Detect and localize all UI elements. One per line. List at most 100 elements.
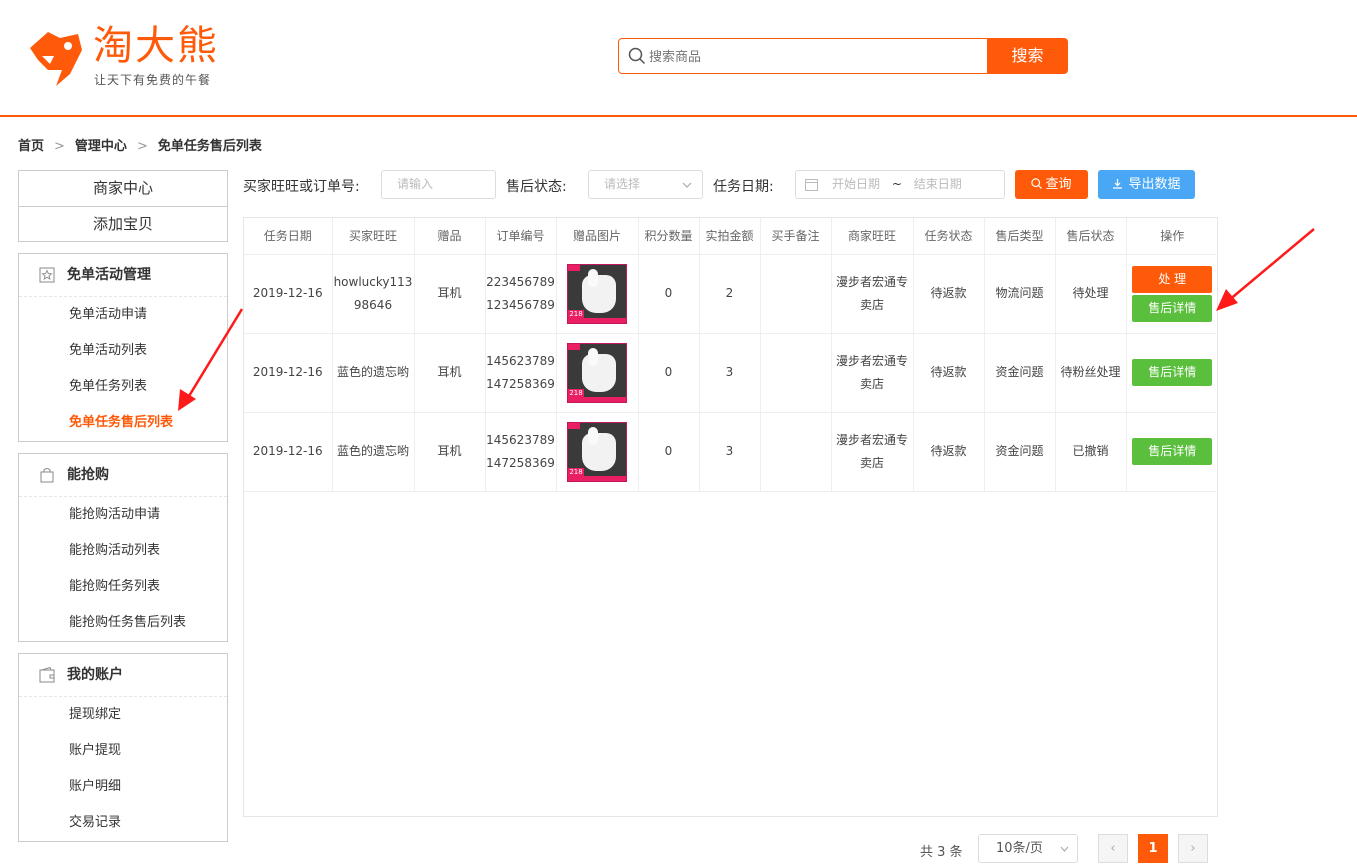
product-image[interactable]: 218 [567,263,627,324]
breadcrumb-separator: > [54,139,65,154]
page-size-select[interactable]: 10条/页 [978,834,1078,863]
product-image[interactable]: 218 [567,421,627,482]
table-header-row: 任务日期 买家旺旺 赠品 订单编号 赠品图片 积分数量 实拍金额 买手备注 商家… [244,218,1218,255]
sidebar-item-add-product[interactable]: 添加宝贝 [19,206,227,241]
cell-date: 2019-12-16 [244,412,333,492]
cell-ops: 售后详情 [1126,412,1218,492]
export-button[interactable]: 导出数据 [1098,170,1195,199]
aftersale-detail-button[interactable]: 售后详情 [1132,294,1213,322]
download-icon [1113,179,1123,189]
search-input[interactable] [649,46,969,68]
date-separator: ~ [891,177,902,191]
sidebar-group-label: 能抢购 [67,467,109,483]
sidebar-item-flash-list[interactable]: 能抢购活动列表 [19,533,227,569]
sidebar-top: 商家中心 添加宝贝 [18,170,228,242]
cell-image: 218 [556,333,639,413]
date-end: 结束日期 [913,177,962,191]
sidebar-item-merchant-center[interactable]: 商家中心 [19,171,227,206]
col-header: 售后类型 [984,218,1056,255]
order-number: 223456789 [486,274,555,289]
chevron-down-icon [682,182,692,188]
sidebar-item-flash-task-list[interactable]: 能抢购任务列表 [19,569,227,605]
sidebar-item-account-detail[interactable]: 账户明细 [19,769,227,805]
col-header: 售后状态 [1055,218,1127,255]
col-header: 买家旺旺 [332,218,415,255]
date-range-picker[interactable]: 开始日期 ~ 结束日期 [795,170,1005,199]
sidebar-group-flash: 能抢购 能抢购活动申请 能抢购活动列表 能抢购任务列表 能抢购任务售后列表 [18,453,228,642]
cell-date: 2019-12-16 [244,333,333,413]
search-icon [628,47,646,65]
brand-name: 淘大熊 [93,23,219,69]
sidebar-item-withdraw-bind[interactable]: 提现绑定 [19,697,227,733]
cell-amount: 2 [699,254,761,334]
bear-logo-icon [30,32,82,86]
order-number: 123456789 [486,297,555,312]
date-label: 任务日期: [713,179,774,195]
order-number: 145623789 [486,432,555,447]
query-button[interactable]: 查询 [1015,170,1088,199]
aftersale-detail-button[interactable]: 售后详情 [1132,438,1213,465]
cell-date: 2019-12-16 [244,254,333,334]
cell-merchant: 漫步者宏通专卖店 [831,333,914,413]
sidebar-item-transactions[interactable]: 交易记录 [19,805,227,841]
cell-orders: 145623789 147258369 [485,333,557,413]
cell-task-status: 待返款 [913,254,985,334]
breadcrumb-separator: > [136,139,148,154]
prev-page-button[interactable]: ‹ [1098,834,1128,863]
col-header: 积分数量 [638,218,700,255]
sidebar-group-label: 我的账户 [67,667,123,683]
status-label: 售后状态: [506,179,567,195]
sidebar-item-withdraw[interactable]: 账户提现 [19,733,227,769]
cell-buyer: 蓝色的遗忘哟 [332,412,415,492]
cell-amount: 3 [699,333,761,413]
cell-points: 0 [638,412,700,492]
buyer-input[interactable]: 请输入 [381,170,496,199]
breadcrumb: 首页 > 管理中心 > 免单任务售后列表 [18,135,262,154]
cell-gift: 耳机 [414,412,486,492]
sidebar-item-flash-aftersale-list[interactable]: 能抢购任务售后列表 [19,605,227,641]
cell-buyer: 蓝色的遗忘哟 [332,333,415,413]
cell-note [760,412,832,492]
page-size-value: 10条/页 [996,841,1043,856]
chevron-down-icon [1060,846,1069,852]
cell-merchant: 漫步者宏通专卖店 [831,412,914,492]
cell-note [760,254,832,334]
query-label: 查询 [1045,177,1072,192]
col-header: 操作 [1126,218,1218,255]
cell-ops: 处 理 售后详情 [1126,254,1218,334]
sidebar-item-flash-apply[interactable]: 能抢购活动申请 [19,497,227,533]
sidebar-group-title: 能抢购 [19,454,227,497]
breadcrumb-admin[interactable]: 管理中心 [75,139,127,154]
cell-image: 218 [556,254,639,334]
wallet-icon [39,667,55,683]
current-page-button[interactable]: 1 [1138,834,1168,863]
breadcrumb-home[interactable]: 首页 [18,139,44,154]
annotation-arrow-right [1216,228,1315,311]
cell-type: 物流问题 [984,254,1056,334]
cell-status: 已撤销 [1055,412,1127,492]
star-icon [39,267,55,283]
table-row: 2019-12-16 蓝色的遗忘哟 耳机 145623789 147258369 … [244,333,1218,413]
product-image[interactable]: 218 [567,342,627,403]
cell-orders: 145623789 147258369 [485,412,557,492]
table-row: 2019-12-16 howlucky11398646 耳机 223456789… [244,254,1218,334]
cell-image: 218 [556,412,639,492]
search-button[interactable]: 搜索 [987,38,1068,74]
pagination-total: 共 3 条 [920,845,963,860]
aftersale-detail-button[interactable]: 售后详情 [1132,359,1213,386]
brand-slogan: 让天下有免费的午餐 [94,73,212,87]
col-header: 赠品图片 [556,218,639,255]
status-select[interactable]: 请选择 [588,170,703,199]
cell-note [760,333,832,413]
annotation-arrow-left [178,308,244,411]
next-page-button[interactable]: › [1178,834,1208,863]
status-select-placeholder: 请选择 [604,177,641,191]
handle-button[interactable]: 处 理 [1132,265,1213,293]
cell-ops: 售后详情 [1126,333,1218,413]
cell-task-status: 待返款 [913,333,985,413]
logo[interactable]: 淘大熊 让天下有免费的午餐 [26,22,226,92]
table-row: 2019-12-16 蓝色的遗忘哟 耳机 145623789 147258369 … [244,412,1218,492]
col-header: 买手备注 [760,218,832,255]
search-box[interactable] [618,38,988,74]
filter-bar: 买家旺旺或订单号: 请输入 售后状态: 请选择 任务日期: 开始日期 ~ 结束日… [243,170,1203,200]
